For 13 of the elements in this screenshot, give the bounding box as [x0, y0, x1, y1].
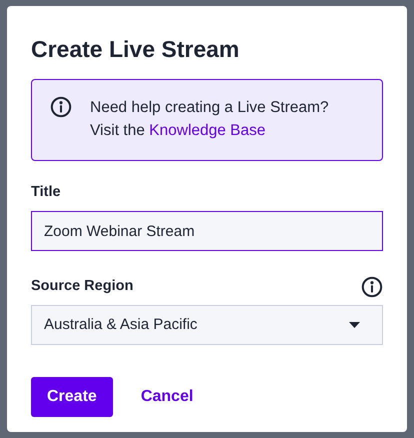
info-icon [361, 276, 383, 298]
info-icon [50, 96, 72, 118]
help-text: Need help creating a Live Stream? [90, 98, 329, 118]
caret-icon [349, 322, 360, 328]
cancel-button[interactable]: Cancel [140, 377, 194, 417]
field-label: Source Region [31, 277, 134, 296]
title-field[interactable]: Zoom Webinar Stream [31, 211, 383, 251]
knowledge-base-link[interactable]: Knowledge Base [149, 122, 266, 139]
dialog-title: Create Live Stream [31, 35, 240, 64]
region-select[interactable]: Australia & Asia Pacific [31, 305, 383, 345]
field-label: Title [31, 183, 61, 202]
help-link-text: Visit the Knowledge Base [90, 121, 267, 141]
create-button[interactable]: Create [31, 377, 113, 417]
